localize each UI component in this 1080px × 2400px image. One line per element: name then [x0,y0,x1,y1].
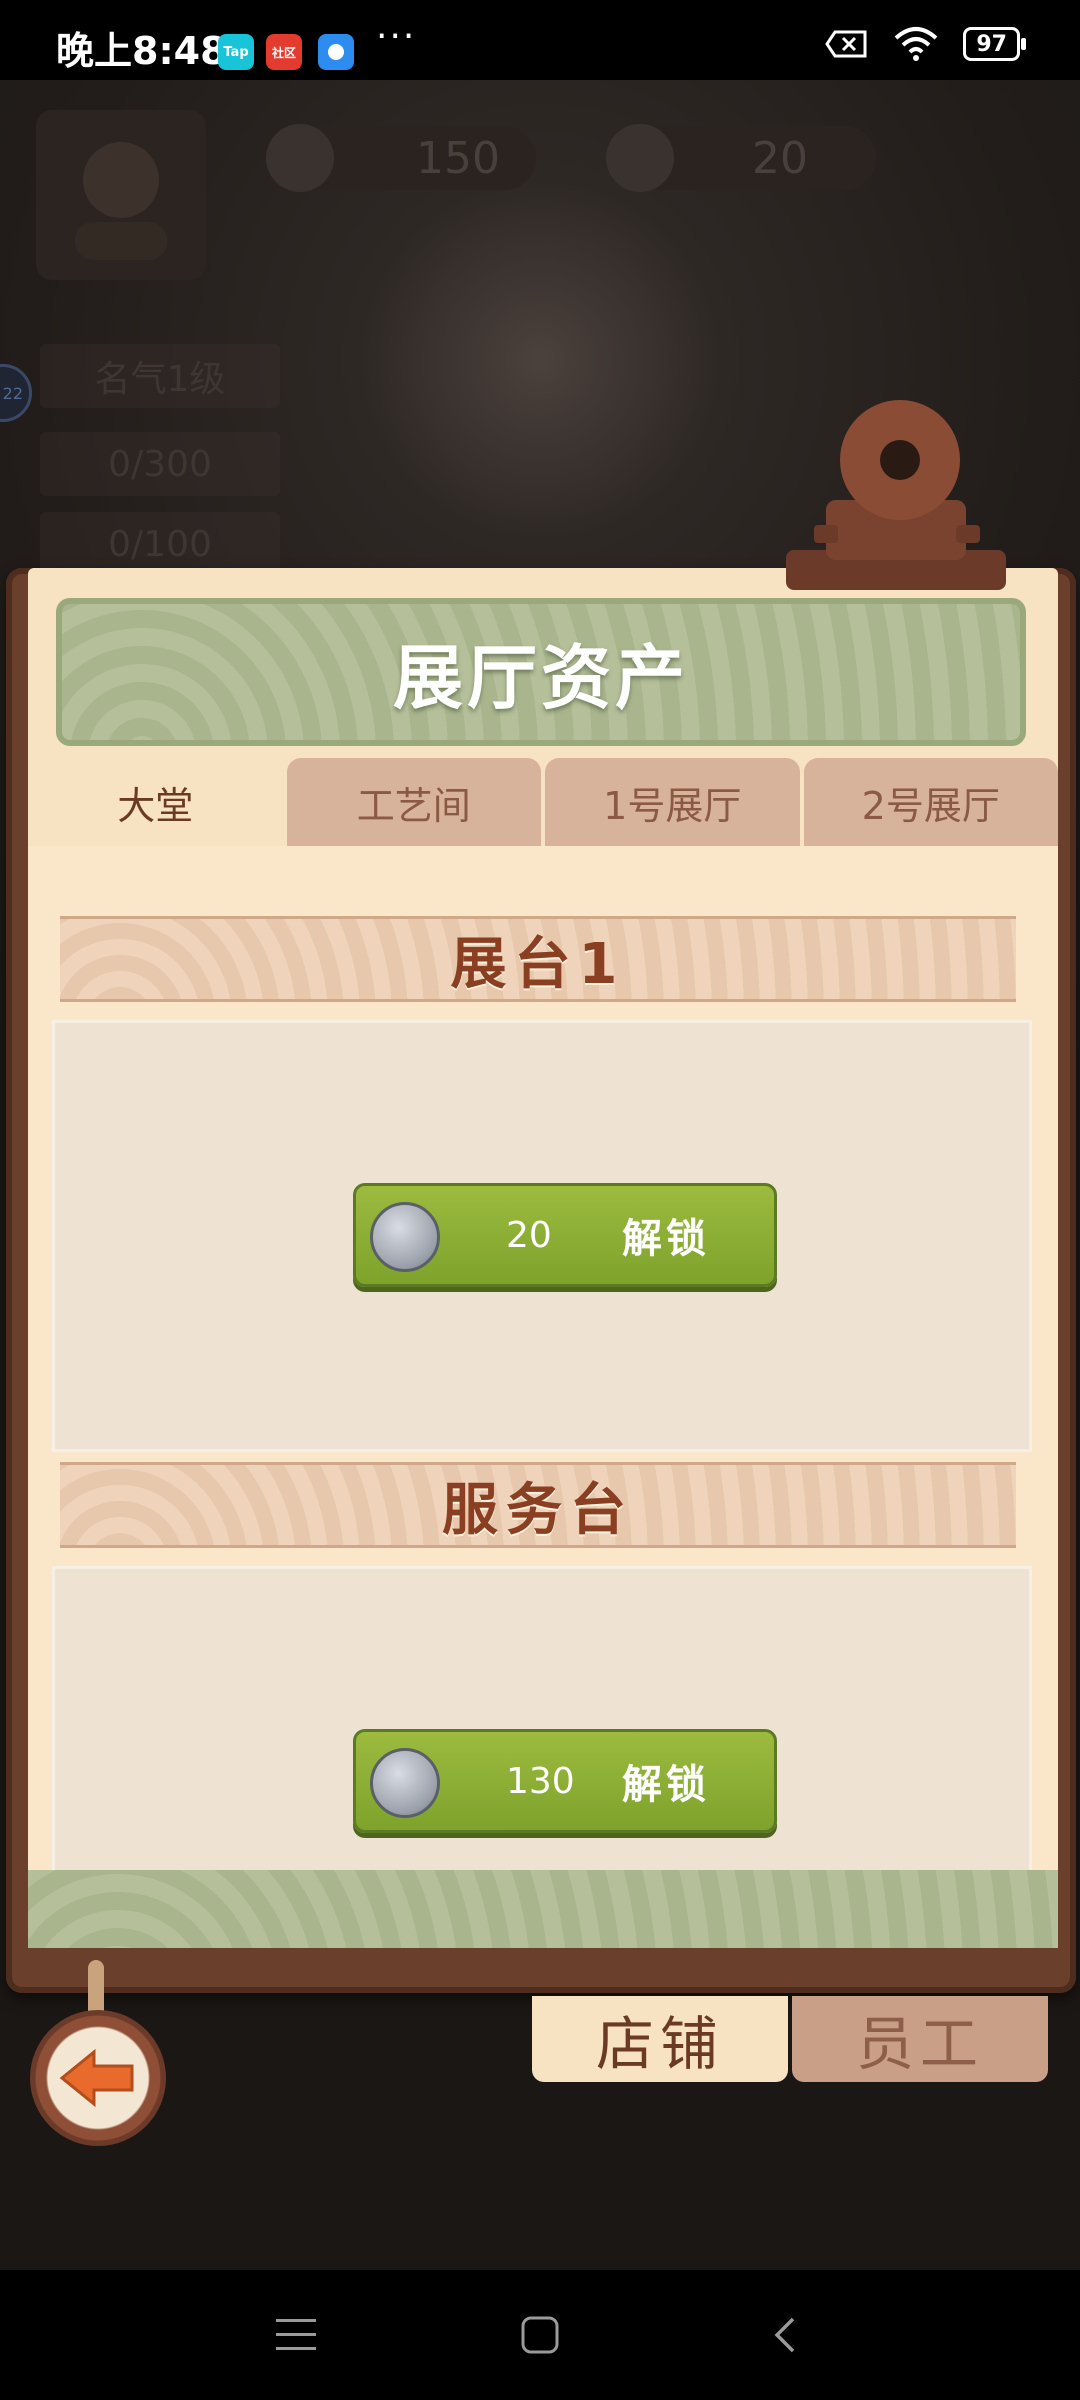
section-banner: 展台1 [60,916,1016,1002]
unlock-label: 解锁 [622,1216,710,1262]
progress-row-2: 0/100 [40,512,280,576]
paper-footer-pattern [28,1870,1058,1948]
silver-coin-icon [370,1748,440,1818]
bottom-tabs: 店铺 员工 [532,1996,1048,2082]
coin-counter: 150 [266,124,536,192]
unlock-price: 130 [506,1760,575,1802]
tab-staff[interactable]: 员工 [792,1996,1048,2082]
asset-list[interactable]: 展台1 20 解锁 服务台 130 解锁 [28,846,1058,1870]
player-avatar [36,110,206,280]
back-nav-icon[interactable] [754,2310,814,2360]
chat-app-icon [318,34,354,70]
panel-header: 展厅资产 [56,598,1026,746]
unlock-button[interactable]: 20 解锁 [353,1183,777,1287]
data-off-icon [825,30,867,58]
tap-app-icon: Tap [218,34,254,70]
coin-icon [266,124,334,192]
tab-hall-1[interactable]: 1号展厅 [545,758,800,846]
status-bar: 晚上8:48 Tap 社区 ··· 97 [0,0,1080,80]
clipboard-clip-icon [786,400,1006,590]
tab-hall-2[interactable]: 2号展厅 [803,758,1058,846]
menu-icon[interactable] [266,2310,326,2360]
fame-level: 名气1级 [40,344,280,408]
system-nav-bar [0,2270,1080,2400]
section-banner: 服务台 [60,1462,1016,1548]
silver-coin-icon [370,1202,440,1272]
more-notifications-icon: ··· [376,16,417,57]
progress-row-1: 0/300 [40,432,280,496]
section-title: 服务台 [442,1477,634,1543]
slot-panel: 20 解锁 [52,1020,1032,1452]
section-title: 展台1 [450,931,626,997]
gem-icon [606,124,674,192]
panel-title: 展厅资产 [393,636,689,719]
unlock-price: 20 [506,1214,552,1256]
unlock-button[interactable]: 130 解锁 [353,1729,777,1833]
back-button[interactable] [30,2010,166,2146]
tab-workshop[interactable]: 工艺间 [286,758,541,846]
slot-panel: 130 解锁 [52,1566,1032,1870]
wifi-icon [895,27,938,61]
status-time: 晚上8:48 [56,29,227,73]
home-icon[interactable] [510,2310,570,2360]
back-arrow-icon [59,2048,134,2108]
gem-counter: 20 [606,124,876,192]
battery-icon: 97 [963,27,1026,61]
tab-lobby[interactable]: 大堂 [28,758,283,846]
shequ-app-icon: 社区 [266,34,302,70]
unlock-label: 解锁 [622,1762,710,1808]
tab-shop[interactable]: 店铺 [532,1996,788,2082]
hall-tabs: 大堂 工艺间 1号展厅 2号展厅 [28,758,1058,846]
